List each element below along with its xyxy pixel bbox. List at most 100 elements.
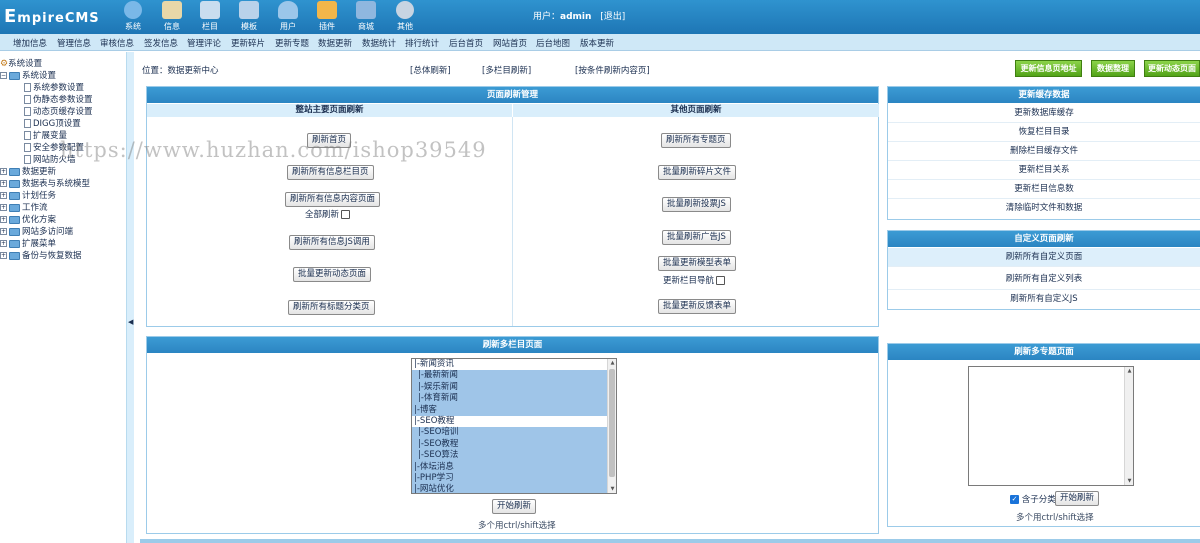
empirecms-logo[interactable]: EmpireCMS [4, 6, 100, 27]
top-nav-user[interactable]: 用户 [271, 0, 305, 34]
menu-version-update[interactable]: 版本更新 [580, 37, 614, 49]
menu-manage-info[interactable]: 管理信息 [57, 37, 91, 49]
column-option[interactable]: |-娱乐新闻 [412, 381, 616, 394]
batch-update-model-form-button[interactable]: 批量更新模型表单 [658, 256, 737, 271]
batch-refresh-ad-js-button[interactable]: 批量刷新广告JS [662, 230, 731, 245]
menu-admin-home[interactable]: 后台首页 [449, 37, 483, 49]
column-option[interactable]: |-体育新闻 [412, 393, 616, 405]
sidebar-item-optimization[interactable]: + 优化方案 [0, 213, 56, 225]
column-option[interactable]: |-最新新闻 [412, 370, 616, 382]
expand-icon[interactable]: + [0, 204, 7, 211]
sidebar-item-system-params[interactable]: 系统参数设置 [24, 81, 84, 93]
top-nav-shop[interactable]: 商城 [349, 0, 383, 34]
link-total-refresh[interactable]: [总体刷新] [410, 64, 451, 76]
menu-sign-info[interactable]: 签发信息 [144, 37, 178, 49]
scroll-thumb[interactable] [609, 369, 615, 477]
link-multi-column-refresh[interactable]: [多栏目刷新] [482, 64, 531, 76]
refresh-all-content-button[interactable]: 刷新所有信息内容页面 [285, 192, 381, 207]
topic-scrollbar[interactable]: ▲ ▼ [1124, 367, 1133, 485]
menu-admin-map[interactable]: 后台地图 [536, 37, 570, 49]
batch-refresh-fragments-button[interactable]: 批量刷新碎片文件 [658, 165, 737, 180]
menu-review-info[interactable]: 审核信息 [100, 37, 134, 49]
clear-temp-files-link[interactable]: 清除临时文件和数据 [888, 199, 1200, 218]
restore-column-dir-link[interactable]: 恢复栏目目录 [888, 123, 1200, 142]
include-subcategory-option[interactable]: ✓ 含子分类 [1008, 493, 1056, 505]
update-column-info-count-link[interactable]: 更新栏目信息数 [888, 180, 1200, 199]
scroll-down-icon[interactable]: ▼ [608, 486, 616, 492]
top-nav-column[interactable]: 栏目 [193, 0, 227, 34]
column-option[interactable]: |-PHP学习 [412, 472, 616, 485]
expand-icon[interactable]: + [0, 168, 7, 175]
update-column-relation-link[interactable]: 更新栏目关系 [888, 161, 1200, 180]
logout-link[interactable]: [退出] [600, 12, 625, 22]
sidebar-root[interactable]: ⚙系统设置 [0, 57, 42, 70]
delete-column-cache-link[interactable]: 删除栏目缓存文件 [888, 142, 1200, 161]
column-option[interactable]: |-SEO教程 [412, 438, 616, 451]
menu-add-info[interactable]: 增加信息 [13, 37, 47, 49]
sidebar-item-dynamic-cache[interactable]: 动态页缓存设置 [24, 105, 93, 117]
column-option[interactable]: |-SEO教程 [412, 416, 616, 427]
batch-update-dynamic-button[interactable]: 批量更新动态页面 [293, 267, 372, 282]
all-refresh-checkbox[interactable] [341, 210, 351, 219]
menu-data-update[interactable]: 数据更新 [318, 37, 352, 49]
update-db-cache-link[interactable]: 更新数据库缓存 [888, 104, 1200, 123]
scroll-up-icon[interactable]: ▲ [608, 360, 616, 366]
column-scrollbar[interactable]: ▲ ▼ [607, 359, 616, 493]
scroll-down-icon[interactable]: ▼ [1125, 478, 1133, 484]
expand-icon[interactable]: + [0, 228, 7, 235]
topic-multiselect[interactable]: ▲ ▼ [968, 366, 1134, 486]
menu-data-stats[interactable]: 数据统计 [362, 37, 396, 49]
all-refresh-option[interactable]: 全部刷新 [305, 208, 351, 220]
column-option[interactable]: |-体坛消息 [412, 461, 616, 473]
column-option[interactable]: |-新闻资讯 [412, 359, 616, 370]
sidebar-item-ext-menu[interactable]: + 扩展菜单 [0, 237, 56, 249]
column-option[interactable]: |-博客 [412, 404, 616, 416]
sidebar-item-workflow[interactable]: + 工作流 [0, 201, 48, 213]
scroll-up-icon[interactable]: ▲ [1125, 368, 1133, 374]
column-option[interactable]: |-SEO培训 [412, 427, 616, 439]
sidebar-item-data-tables[interactable]: + 数据表与系统模型 [0, 177, 90, 189]
menu-update-fragments[interactable]: 更新碎片 [231, 37, 265, 49]
batch-update-feedback-form-button[interactable]: 批量更新反馈表单 [658, 299, 737, 314]
sidebar-item-scheduled-tasks[interactable]: + 计划任务 [0, 189, 56, 201]
refresh-all-topics-button[interactable]: 刷新所有专题页 [661, 133, 731, 148]
column-option[interactable]: |-网站优化 [412, 484, 616, 493]
top-nav-info[interactable]: 信息 [155, 0, 189, 34]
sidebar-item-data-update[interactable]: + 数据更新 [0, 165, 56, 177]
refresh-custom-pages-link[interactable]: 刷新所有自定义页面 [888, 248, 1200, 267]
multi-topic-start-button[interactable]: 开始刷新 [1055, 491, 1100, 506]
expand-icon[interactable]: + [0, 180, 7, 187]
refresh-custom-lists-link[interactable]: 刷新所有自定义列表 [888, 269, 1200, 290]
sidebar-item-multi-access[interactable]: + 网站多访问端 [0, 225, 73, 237]
refresh-custom-js-link[interactable]: 刷新所有自定义JS [888, 290, 1200, 309]
batch-refresh-vote-js-button[interactable]: 批量刷新投票JS [662, 197, 731, 212]
menu-rank-stats[interactable]: 排行统计 [405, 37, 439, 49]
expand-icon[interactable]: + [0, 216, 7, 223]
expand-icon[interactable]: + [0, 240, 7, 247]
sidebar-item-pseudo-static[interactable]: 伪静态参数设置 [24, 93, 93, 105]
column-option[interactable]: |-SEO算法 [412, 450, 616, 462]
menu-site-home[interactable]: 网站首页 [493, 37, 527, 49]
update-nav-checkbox[interactable] [716, 276, 726, 285]
top-nav-other[interactable]: 其他 [388, 0, 422, 34]
sidebar-splitter[interactable] [126, 52, 134, 543]
refresh-title-category-button[interactable]: 刷新所有标题分类页 [288, 300, 375, 315]
data-cleanup-button[interactable]: 数据整理 [1091, 60, 1135, 77]
top-nav-plugin[interactable]: 插件 [310, 0, 344, 34]
expand-icon[interactable]: + [0, 252, 7, 259]
menu-update-topics[interactable]: 更新专题 [275, 37, 309, 49]
sidebar-item-system-settings[interactable]: − 系统设置 [0, 69, 56, 81]
refresh-all-columns-button[interactable]: 刷新所有信息栏目页 [287, 165, 374, 180]
link-conditional-refresh[interactable]: [按条件刷新内容页] [575, 64, 650, 76]
top-nav-template[interactable]: 模板 [232, 0, 266, 34]
expand-icon[interactable]: + [0, 192, 7, 199]
multi-column-start-button[interactable]: 开始刷新 [492, 499, 537, 514]
refresh-all-js-button[interactable]: 刷新所有信息JS调用 [289, 235, 375, 250]
include-subcategory-checkbox[interactable]: ✓ [1010, 495, 1019, 504]
update-info-url-button[interactable]: 更新信息页地址 [1015, 60, 1082, 77]
top-nav-system[interactable]: 系统 [116, 0, 150, 34]
update-dynamic-page-button[interactable]: 更新动态页面 [1144, 60, 1200, 77]
collapse-arrow-icon[interactable]: ◀ [128, 318, 133, 326]
sidebar-item-digg[interactable]: DIGG顶设置 [24, 117, 81, 129]
collapse-icon[interactable]: − [0, 72, 7, 79]
